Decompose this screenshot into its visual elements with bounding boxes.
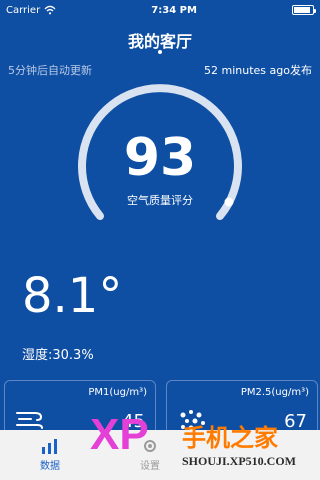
bar-chart-icon: [42, 439, 57, 454]
wifi-icon: [44, 5, 56, 15]
watermark-brand: 手机之家: [182, 424, 278, 452]
temperature: 8.1°: [22, 268, 123, 324]
pm1-title: PM1(ug/m³): [88, 387, 147, 398]
carrier-label: Carrier: [6, 4, 41, 16]
score-label: 空气质量评分: [127, 194, 193, 207]
refresh-note: 5分钟后自动更新: [8, 64, 92, 77]
pm25-title: PM2.5(ug/m³): [240, 387, 309, 398]
watermark: XP 手机之家 SHOUJI.XP510.COM: [90, 410, 320, 480]
wind-icon: [16, 412, 43, 429]
status-left: Carrier: [6, 5, 56, 16]
page-indicator: [158, 50, 162, 54]
publish-note: 52 minutes ago发布: [204, 64, 312, 77]
status-bar: Carrier 7:34 PM: [0, 0, 320, 20]
watermark-domain: SHOUJI.XP510.COM: [182, 454, 296, 468]
humidity: 湿度:30.3%: [22, 348, 94, 363]
tab-data-label: 数据: [40, 461, 60, 472]
status-time: 7:34 PM: [151, 4, 197, 16]
page-title: 我的客厅: [127, 32, 192, 51]
score-value: 93: [123, 128, 197, 188]
watermark-logo: XP: [90, 410, 149, 459]
tab-data[interactable]: 数据: [20, 438, 80, 478]
battery-icon: [292, 5, 316, 15]
